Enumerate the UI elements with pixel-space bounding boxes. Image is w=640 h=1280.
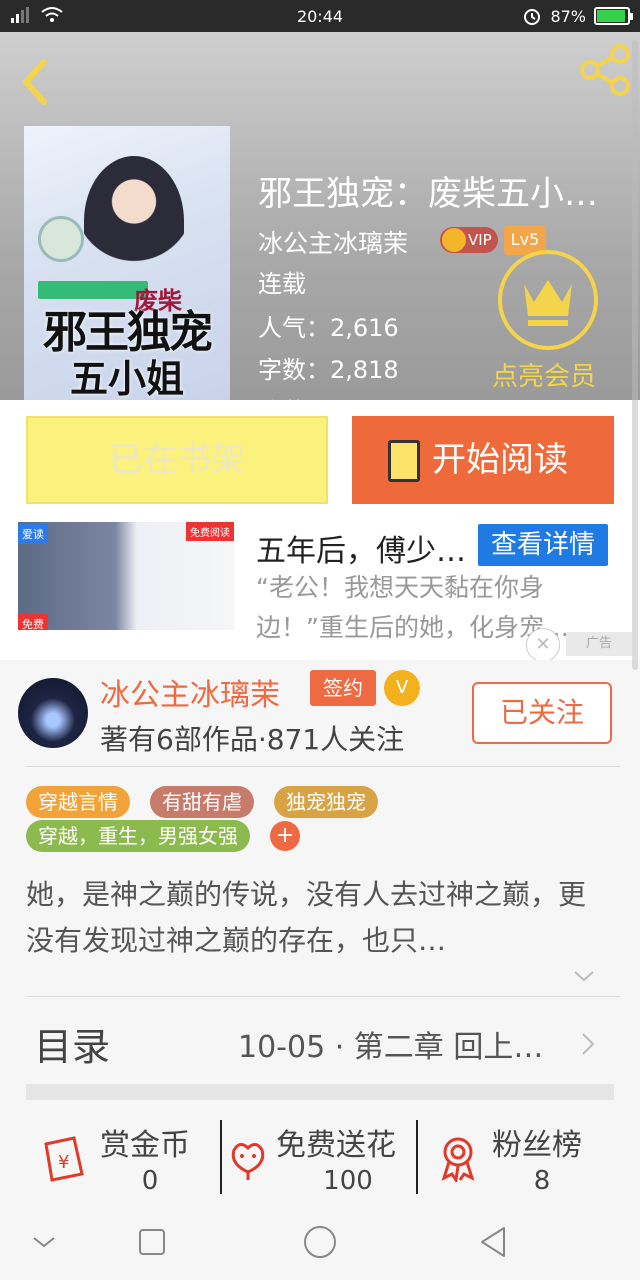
nav-back-icon[interactable] xyxy=(474,1222,514,1262)
battery-percent: 87% xyxy=(550,6,586,26)
ad-title[interactable]: 五年后，傅少… xyxy=(256,526,466,570)
book-author[interactable]: 冰公主冰璃茉 xyxy=(258,224,408,260)
stat-label-coins[interactable]: 赏金币 xyxy=(100,1120,190,1164)
stat-separator xyxy=(416,1120,418,1194)
ad-banner[interactable]: 爱读 免费阅读 免费 五年后，傅少… 查看详情 “老公！我想天天黏在你身边！”重… xyxy=(0,522,640,662)
book-info-section: 冰公主冰璃茉 签约 V 著有6部作品·871人关注 已关注 穿越言情 有甜有虐 … xyxy=(0,660,640,1100)
chevron-down-icon[interactable] xyxy=(572,964,596,988)
system-nav-bar xyxy=(0,1200,640,1280)
book-title: 邪王独宠：废柴五小… xyxy=(258,174,598,214)
ad-image[interactable]: 爱读 免费阅读 免费 xyxy=(18,522,234,650)
ad-image-caption xyxy=(18,630,234,650)
vip-crown-icon xyxy=(442,228,466,252)
reward-coin-icon[interactable]: ¥ xyxy=(42,1134,86,1182)
toc-label[interactable]: 目录 xyxy=(34,1016,110,1071)
chevron-right-icon[interactable] xyxy=(578,1030,598,1058)
stat-label-fans[interactable]: 粉丝榜 xyxy=(492,1120,582,1164)
start-reading-label: 开始阅读 xyxy=(432,440,568,480)
synopsis[interactable]: 她，是神之巅的传说，没有人去过神之巅，更没有发现过神之巅的存在，也只… xyxy=(26,872,606,964)
cover-fan xyxy=(38,216,84,262)
member-crown-icon[interactable] xyxy=(498,250,598,350)
author-name[interactable]: 冰公主冰璃茉 xyxy=(100,670,280,714)
start-reading-button[interactable]: 开始阅读 xyxy=(352,416,614,504)
ad-close-icon[interactable]: ✕ xyxy=(526,628,560,662)
svg-text:¥: ¥ xyxy=(58,1152,69,1173)
section-gap xyxy=(26,1084,614,1100)
divider xyxy=(26,996,620,997)
back-icon[interactable] xyxy=(14,54,58,110)
book-status: 连载 xyxy=(258,270,306,298)
nav-collapse-icon[interactable] xyxy=(24,1222,64,1262)
stat-label-flowers[interactable]: 免费送花 xyxy=(276,1120,396,1164)
ad-badge: 广告 xyxy=(566,632,632,656)
tag-chip[interactable]: 穿越言情 xyxy=(26,786,130,818)
vip-label: VIP xyxy=(468,231,492,249)
nav-recents-icon[interactable] xyxy=(132,1222,172,1262)
battery-fill xyxy=(597,10,625,22)
tag-chip[interactable]: 穿越，重生，男强女强 xyxy=(26,820,250,852)
stat-value-fans: 8 xyxy=(533,1166,551,1196)
book-header: 废柴 邪王独宠 五小姐 邪王独宠：废柴五小… 冰公主冰璃茉 VIP Lv5 连载… xyxy=(0,32,640,426)
action-buttons: 已在书架 开始阅读 xyxy=(0,400,640,522)
book-word-count: 字数：2,818 xyxy=(258,356,399,384)
ad-image-tag-left: 爱读 xyxy=(18,524,48,544)
cover-figure xyxy=(84,156,184,286)
battery-icon xyxy=(594,7,633,25)
book-cover[interactable]: 废柴 邪王独宠 五小姐 xyxy=(24,126,230,400)
flower-icon[interactable] xyxy=(226,1134,270,1182)
share-icon[interactable] xyxy=(578,42,632,96)
vip-badge: VIP xyxy=(440,227,498,253)
on-shelf-button[interactable]: 已在书架 xyxy=(26,416,328,504)
followed-button[interactable]: 已关注 xyxy=(472,682,612,744)
medal-icon[interactable] xyxy=(436,1134,480,1182)
ad-image-tag-right: 免费阅读 xyxy=(186,522,234,541)
stats-row: ¥ 赏金币 0 免费送花 100 粉丝榜 8 xyxy=(0,1100,640,1200)
book-icon xyxy=(388,440,420,482)
status-bar: 20:44 87% xyxy=(0,0,640,32)
book-popularity: 人气：2,616 xyxy=(258,314,399,342)
cover-title-line2: 五小姐 xyxy=(69,357,184,400)
member-label[interactable]: 点亮会员 xyxy=(492,356,596,393)
scrollbar[interactable] xyxy=(632,40,638,670)
stat-value-coins: 0 xyxy=(141,1166,159,1196)
tag-chip[interactable]: 独宠独宠 xyxy=(274,786,378,818)
tag-chip[interactable]: 有甜有虐 xyxy=(150,786,254,818)
toc-latest-chapter[interactable]: 10-05 · 第二章 回上… xyxy=(238,1022,543,1066)
status-right: 87% xyxy=(522,6,633,26)
author-stats: 著有6部作品·871人关注 xyxy=(100,723,405,756)
divider xyxy=(26,766,620,767)
alarm-icon xyxy=(524,9,541,25)
stat-value-flowers: 100 xyxy=(323,1166,373,1196)
add-tag-button[interactable]: + xyxy=(270,821,300,851)
verified-badge: V xyxy=(384,670,420,706)
signed-badge: 签约 xyxy=(310,670,376,706)
ad-detail-button[interactable]: 查看详情 xyxy=(478,524,608,566)
nav-home-icon[interactable] xyxy=(300,1222,340,1262)
crown-icon xyxy=(524,280,572,326)
stat-separator xyxy=(220,1120,222,1194)
author-avatar[interactable] xyxy=(18,678,88,748)
